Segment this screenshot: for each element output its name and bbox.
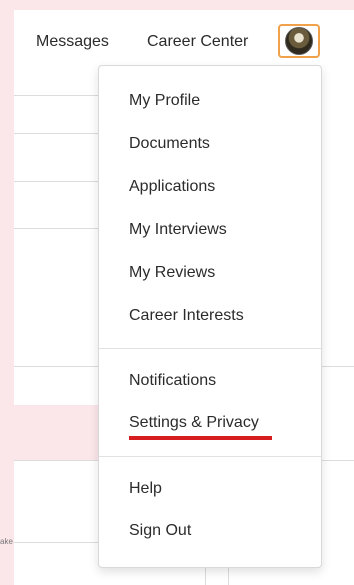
profile-dropdown-menu: My Profile Documents Applications My Int…	[98, 65, 322, 568]
menu-item-sign-out[interactable]: Sign Out	[129, 522, 191, 540]
background-divider	[14, 542, 98, 543]
menu-item-help[interactable]: Help	[129, 480, 162, 498]
avatar	[285, 27, 313, 55]
profile-menu-button[interactable]	[278, 24, 320, 58]
nav-messages-link[interactable]: Messages	[36, 33, 109, 51]
background-divider	[14, 95, 98, 96]
menu-item-documents[interactable]: Documents	[129, 135, 210, 153]
menu-item-career-interests[interactable]: Career Interests	[129, 307, 244, 325]
page-frame-top	[0, 0, 354, 10]
menu-item-applications[interactable]: Applications	[129, 178, 215, 196]
menu-item-settings-privacy[interactable]: Settings & Privacy	[129, 414, 259, 432]
background-divider	[14, 181, 98, 182]
menu-item-my-interviews[interactable]: My Interviews	[129, 221, 227, 239]
background-divider	[14, 133, 98, 134]
background-divider	[14, 228, 98, 229]
page: Messages Career Center ake My Profile Do…	[0, 0, 354, 585]
menu-item-notifications[interactable]: Notifications	[129, 372, 216, 390]
menu-divider	[99, 456, 321, 457]
menu-divider	[99, 348, 321, 349]
active-item-underline	[129, 436, 272, 440]
menu-item-my-profile[interactable]: My Profile	[129, 92, 200, 110]
background-truncated-text: ake	[0, 537, 13, 546]
nav-career-center-link[interactable]: Career Center	[147, 33, 248, 51]
menu-item-my-reviews[interactable]: My Reviews	[129, 264, 215, 282]
page-frame-left	[0, 0, 14, 585]
background-section	[14, 405, 98, 460]
